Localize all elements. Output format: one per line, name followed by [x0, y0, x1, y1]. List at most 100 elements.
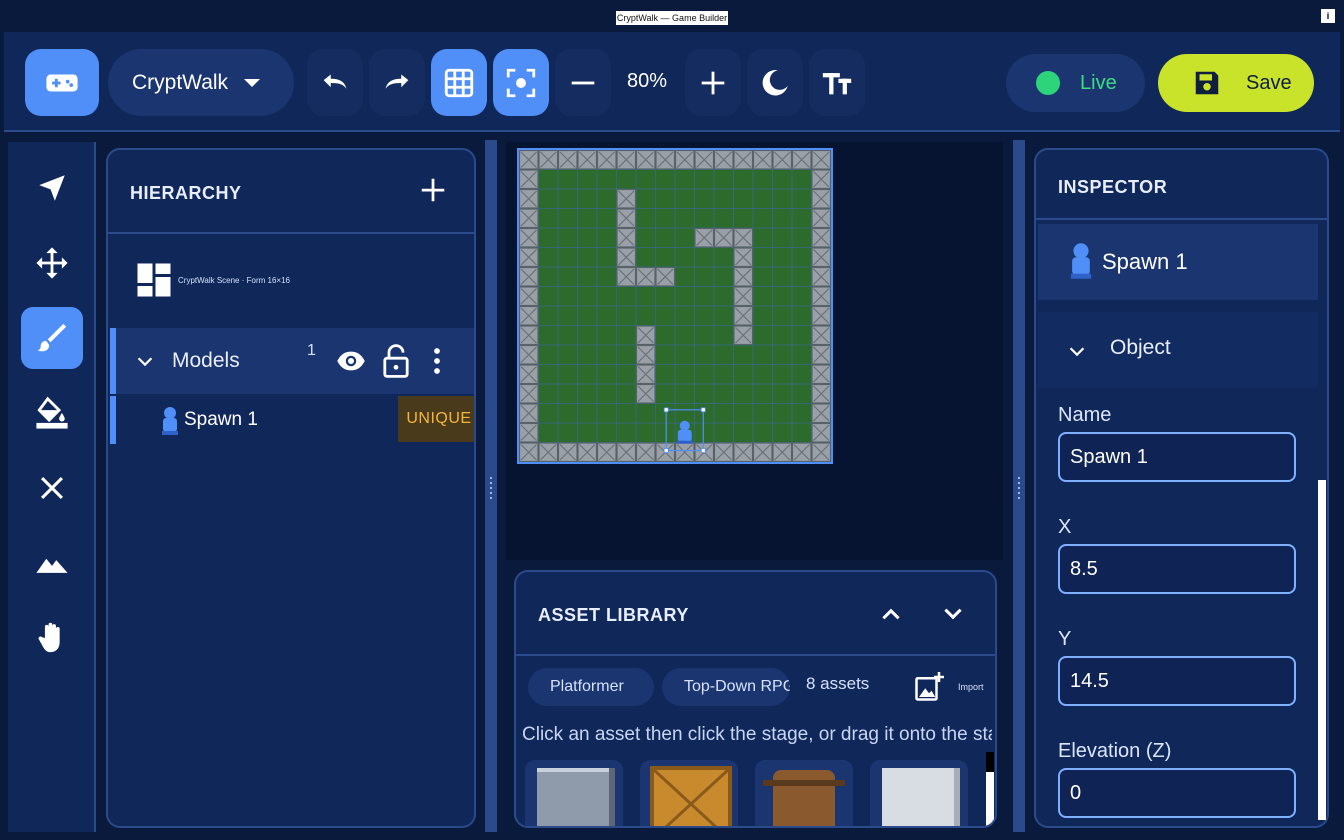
- wall-tile[interactable]: [636, 384, 656, 404]
- wall-tile[interactable]: [714, 442, 734, 462]
- wall-tile[interactable]: [733, 306, 753, 326]
- asset-tile-stone[interactable]: [525, 760, 623, 826]
- wall-tile[interactable]: [811, 208, 831, 228]
- wall-tile[interactable]: [811, 247, 831, 267]
- undo-button[interactable]: [307, 49, 363, 116]
- redo-button[interactable]: [369, 49, 425, 116]
- add-object-icon[interactable]: [418, 175, 448, 205]
- asset-tile-barrel[interactable]: [755, 760, 853, 826]
- move-tool[interactable]: [21, 232, 83, 294]
- wall-tile[interactable]: [714, 228, 734, 248]
- wall-tile[interactable]: [811, 325, 831, 345]
- wall-tile[interactable]: [636, 267, 656, 287]
- name-field[interactable]: Spawn 1: [1058, 432, 1296, 482]
- asset-scrollbar[interactable]: [986, 752, 994, 826]
- wall-tile[interactable]: [519, 267, 539, 287]
- wall-tile[interactable]: [675, 442, 695, 462]
- wall-tile[interactable]: [616, 442, 636, 462]
- wall-tile[interactable]: [519, 228, 539, 248]
- wall-tile[interactable]: [811, 306, 831, 326]
- text-size-button[interactable]: [809, 49, 865, 116]
- import-label[interactable]: Import: [958, 682, 984, 692]
- wall-tile[interactable]: [811, 150, 831, 170]
- wall-tile[interactable]: [753, 442, 773, 462]
- wall-tile[interactable]: [811, 267, 831, 287]
- save-button[interactable]: Save: [1158, 54, 1314, 112]
- terrain-tool[interactable]: [21, 532, 83, 594]
- wall-tile[interactable]: [733, 228, 753, 248]
- scrollbar-thumb[interactable]: [1318, 480, 1326, 820]
- wall-tile[interactable]: [519, 247, 539, 267]
- wall-tile[interactable]: [675, 150, 695, 170]
- fill-tool[interactable]: [21, 382, 83, 444]
- wall-tile[interactable]: [519, 364, 539, 384]
- wall-tile[interactable]: [519, 306, 539, 326]
- wall-tile[interactable]: [753, 150, 773, 170]
- more-vertical-icon[interactable]: [432, 346, 442, 376]
- wall-tile[interactable]: [694, 150, 714, 170]
- chevron-down-icon[interactable]: [940, 604, 966, 624]
- hand-tool[interactable]: [21, 607, 83, 669]
- wall-tile[interactable]: [811, 403, 831, 423]
- wall-tile[interactable]: [655, 150, 675, 170]
- zoom-out-button[interactable]: [555, 49, 611, 116]
- wall-tile[interactable]: [811, 442, 831, 462]
- wall-tile[interactable]: [733, 286, 753, 306]
- wall-tile[interactable]: [811, 189, 831, 209]
- asset-tile-crate[interactable]: [640, 760, 738, 826]
- wall-tile[interactable]: [636, 325, 656, 345]
- wall-tile[interactable]: [811, 228, 831, 248]
- wall-tile[interactable]: [733, 247, 753, 267]
- wall-tile[interactable]: [811, 423, 831, 443]
- wall-tile[interactable]: [616, 150, 636, 170]
- theme-toggle-button[interactable]: [747, 49, 803, 116]
- wall-tile[interactable]: [558, 442, 578, 462]
- wall-tile[interactable]: [616, 247, 636, 267]
- snap-toggle-button[interactable]: [493, 49, 549, 116]
- erase-tool[interactable]: [21, 457, 83, 519]
- scene-item[interactable]: CryptWalk Scene · Form 16×16: [136, 260, 436, 300]
- wall-tile[interactable]: [733, 150, 753, 170]
- right-splitter[interactable]: [1013, 140, 1025, 832]
- navigate-tool[interactable]: [21, 157, 83, 219]
- unlock-icon[interactable]: [382, 344, 410, 378]
- live-toggle-button[interactable]: Live: [1006, 54, 1145, 112]
- wall-tile[interactable]: [577, 150, 597, 170]
- grid-toggle-button[interactable]: [431, 49, 487, 116]
- wall-tile[interactable]: [772, 150, 792, 170]
- wall-tile[interactable]: [519, 150, 539, 170]
- wall-tile[interactable]: [519, 423, 539, 443]
- wall-tile[interactable]: [792, 442, 812, 462]
- wall-tile[interactable]: [519, 208, 539, 228]
- wall-tile[interactable]: [655, 267, 675, 287]
- wall-tile[interactable]: [792, 150, 812, 170]
- wall-tile[interactable]: [538, 150, 558, 170]
- wall-tile[interactable]: [714, 150, 734, 170]
- object-section-toggle[interactable]: Object: [1038, 312, 1318, 388]
- category-platformer[interactable]: Platformer: [528, 668, 654, 706]
- inspector-scrollbar[interactable]: [1318, 222, 1326, 820]
- wall-tile[interactable]: [597, 150, 617, 170]
- wall-tile[interactable]: [772, 442, 792, 462]
- wall-tile[interactable]: [694, 228, 714, 248]
- wall-tile[interactable]: [733, 267, 753, 287]
- wall-tile[interactable]: [519, 169, 539, 189]
- wall-tile[interactable]: [519, 286, 539, 306]
- category-top-down-rpg[interactable]: Top-Down RPG: [662, 668, 790, 706]
- elevation-field[interactable]: 0: [1058, 768, 1296, 818]
- eye-icon[interactable]: [334, 346, 368, 376]
- wall-tile[interactable]: [636, 345, 656, 365]
- wall-tile[interactable]: [519, 325, 539, 345]
- wall-tile[interactable]: [616, 208, 636, 228]
- hierarchy-item-spawn[interactable]: Spawn 1 UNIQUE: [110, 396, 474, 444]
- wall-tile[interactable]: [733, 442, 753, 462]
- wall-tile[interactable]: [519, 403, 539, 423]
- wall-tile[interactable]: [597, 442, 617, 462]
- stage-grid[interactable]: [518, 149, 832, 463]
- scrollbar-thumb[interactable]: [986, 752, 994, 772]
- wall-tile[interactable]: [616, 267, 636, 287]
- wall-tile[interactable]: [811, 384, 831, 404]
- wall-tile[interactable]: [577, 442, 597, 462]
- project-selector[interactable]: CryptWalk: [108, 49, 294, 116]
- wall-tile[interactable]: [519, 345, 539, 365]
